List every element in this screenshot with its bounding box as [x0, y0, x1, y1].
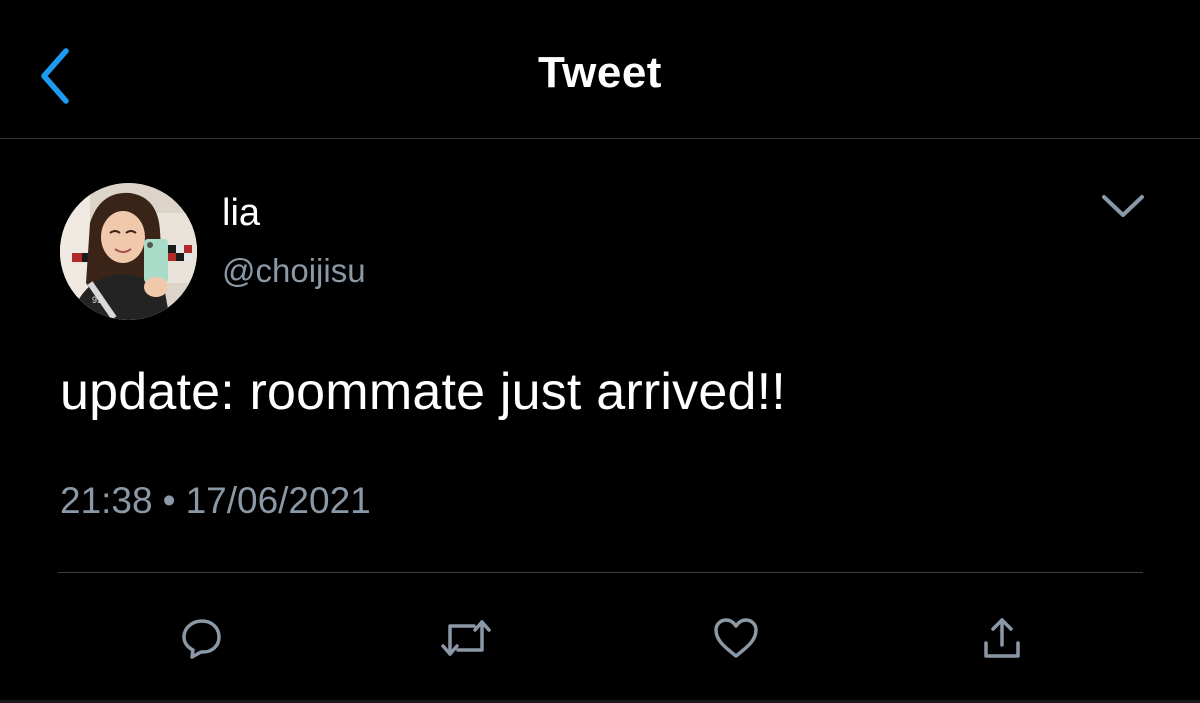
meta-separator: •	[162, 480, 176, 521]
svg-text:93: 93	[92, 295, 102, 305]
divider	[58, 572, 1143, 573]
tweet-time: 21:38	[60, 480, 153, 521]
heart-icon	[714, 618, 758, 658]
tweet-detail-screen: Tweet 93 lia @choijisu update: roommate …	[0, 0, 1200, 703]
reply-icon	[182, 619, 221, 659]
tweet-date: 17/06/2021	[185, 480, 371, 521]
tweet-text: update: roommate just arrived!!	[60, 363, 786, 421]
retweet-button[interactable]	[438, 610, 494, 666]
share-icon	[984, 618, 1020, 658]
user-handle[interactable]: @choijisu	[222, 252, 366, 290]
display-name[interactable]: lia	[222, 192, 260, 235]
reply-button[interactable]	[174, 610, 230, 666]
top-bar: Tweet	[0, 0, 1200, 139]
page-title: Tweet	[538, 48, 662, 97]
avatar[interactable]: 93	[60, 183, 197, 320]
share-button[interactable]	[974, 610, 1030, 666]
chevron-down-icon	[1102, 195, 1144, 217]
avatar-photo: 93	[60, 183, 197, 320]
tweet-timestamp: 21:38 • 17/06/2021	[60, 480, 371, 522]
like-button[interactable]	[708, 610, 764, 666]
more-options-button[interactable]	[1096, 186, 1150, 226]
retweet-icon	[441, 620, 491, 656]
